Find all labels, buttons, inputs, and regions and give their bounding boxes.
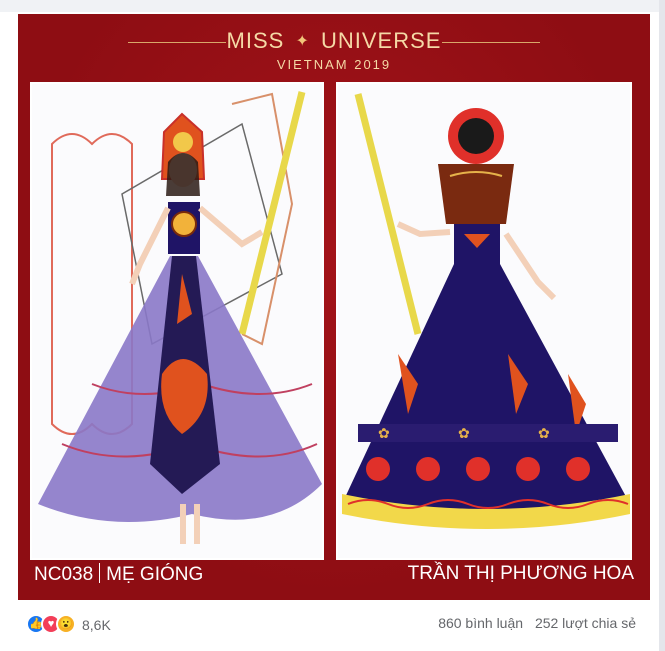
reaction-count[interactable]: 8,6K <box>82 617 111 633</box>
skirt-pattern-band-shape <box>358 424 618 442</box>
bamboo-staff-shape <box>354 93 422 335</box>
lotus-motif-shape <box>566 457 590 481</box>
decor-glyph-shape: ✿ <box>458 427 470 442</box>
right-leg-shape <box>194 504 200 544</box>
lotus-motif-shape <box>366 457 390 481</box>
lotus-motif-shape <box>466 457 490 481</box>
costume-sketch-left <box>30 82 324 560</box>
decor-glyph-shape: ✿ <box>378 427 390 442</box>
post-footer-bar: 👍 ♥ 😮 8,6K 860 bình luận 252 lượt chia s… <box>26 612 636 638</box>
brand-divider-left <box>128 42 226 43</box>
me-giong-illustration <box>38 91 322 544</box>
wow-icon: 😮 <box>56 614 76 634</box>
hair-shape <box>166 153 200 196</box>
left-arm-shape <box>396 221 451 238</box>
brand-title-universe: UNIVERSE <box>320 28 442 53</box>
entry-code: NC038 <box>34 564 94 585</box>
costume-sketch-right: ✿ ✿ ✿ <box>336 82 632 560</box>
left-leg-shape <box>180 504 186 544</box>
right-arm-shape <box>198 205 264 248</box>
bodice-medallion-shape <box>171 211 197 237</box>
scrollbar-track[interactable] <box>659 0 665 651</box>
comments-count-link[interactable]: 860 bình luận <box>438 615 523 631</box>
phuong-hoa-illustration: ✿ ✿ ✿ <box>342 93 630 529</box>
design-name: MẸ GIÓNG <box>106 564 204 585</box>
page-top-margin <box>0 0 665 12</box>
lotus-motif-shape <box>516 457 540 481</box>
brand-subtitle: VIETNAM 2019 <box>276 57 392 72</box>
caption-divider <box>99 563 101 583</box>
brand-title-miss: MISS <box>226 28 285 53</box>
headdress-ornament-shape <box>173 132 193 152</box>
decor-glyph-shape: ✿ <box>538 427 550 442</box>
left-caption: NC038 MẸ GIÓNG <box>34 563 203 586</box>
engagement-stats: 860 bình luận 252 lượt chia sẻ <box>430 615 636 631</box>
navy-skirt-shape <box>342 264 630 519</box>
post-image-poster[interactable]: MISS ✦ UNIVERSE VIETNAM 2019 ✿ ✿ ✿ NC038… <box>18 14 650 600</box>
lotus-motif-shape <box>416 457 440 481</box>
head-back-shape <box>458 118 494 154</box>
shares-count-link[interactable]: 252 lượt chia sẻ <box>535 615 636 631</box>
brand-star-icon: ✦ <box>295 33 310 50</box>
designer-name: TRẦN THỊ PHƯƠNG HOA <box>407 563 634 584</box>
backdrop-stroke-shape <box>231 92 294 346</box>
miss-universe-logo: MISS ✦ UNIVERSE VIETNAM 2019 <box>18 28 650 72</box>
brand-divider-right <box>442 42 540 43</box>
